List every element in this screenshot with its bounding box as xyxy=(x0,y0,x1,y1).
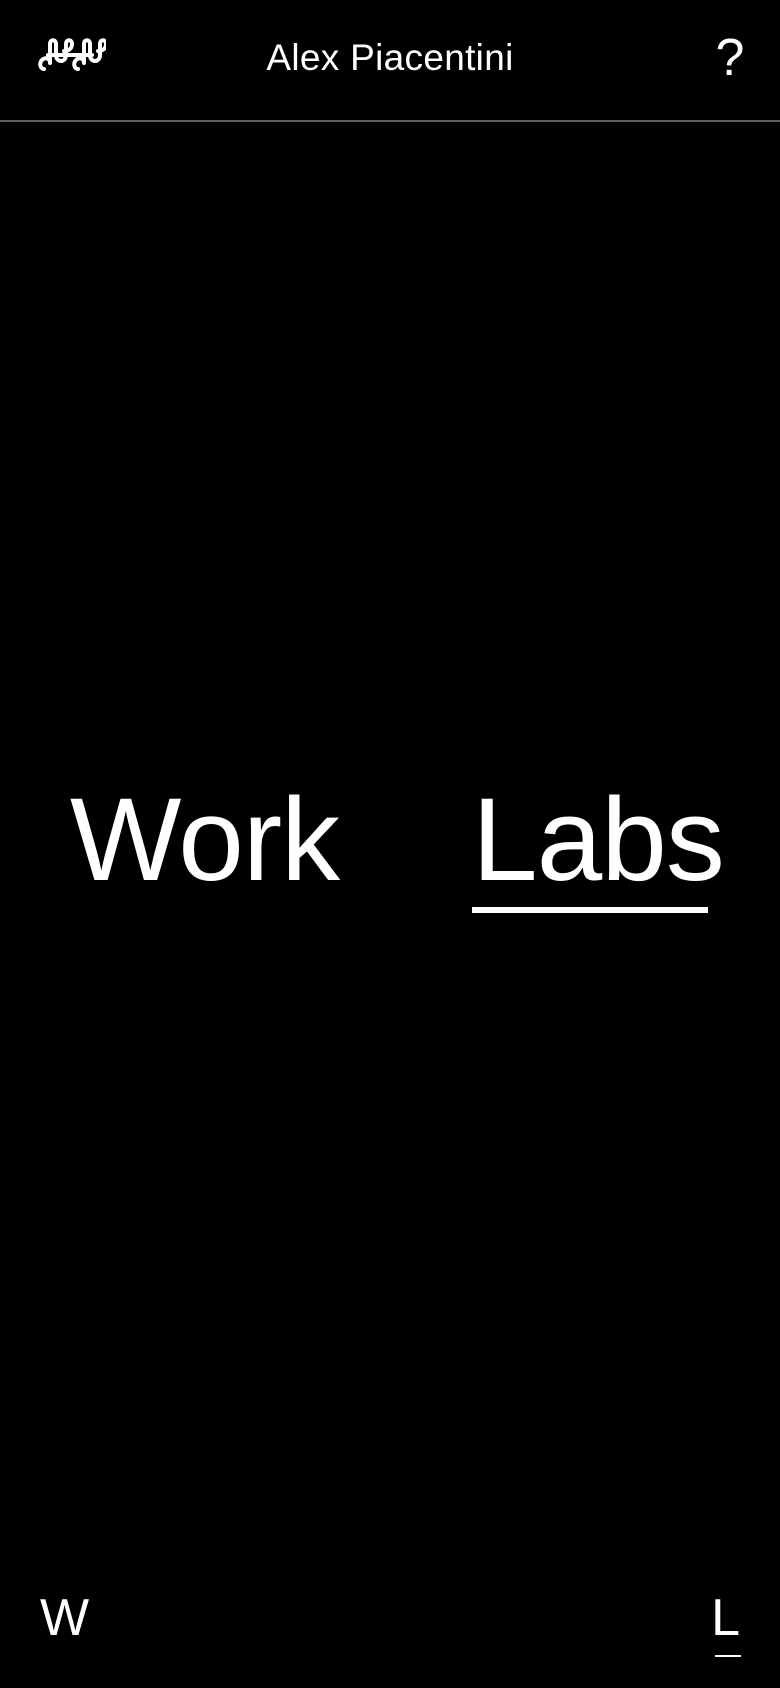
footer-active-underline xyxy=(715,1655,741,1657)
active-nav-underline xyxy=(472,907,708,913)
footer-work-shortcut[interactable]: W xyxy=(40,1586,89,1650)
page-title[interactable]: Alex Piacentini xyxy=(0,34,780,82)
top-header: Alex Piacentini ? xyxy=(0,0,780,122)
help-button[interactable]: ? xyxy=(710,30,750,86)
footer-labs-shortcut[interactable]: L xyxy=(711,1586,740,1650)
nav-work-link[interactable]: Work xyxy=(70,775,340,905)
nav-labs-link[interactable]: Labs xyxy=(472,775,725,905)
